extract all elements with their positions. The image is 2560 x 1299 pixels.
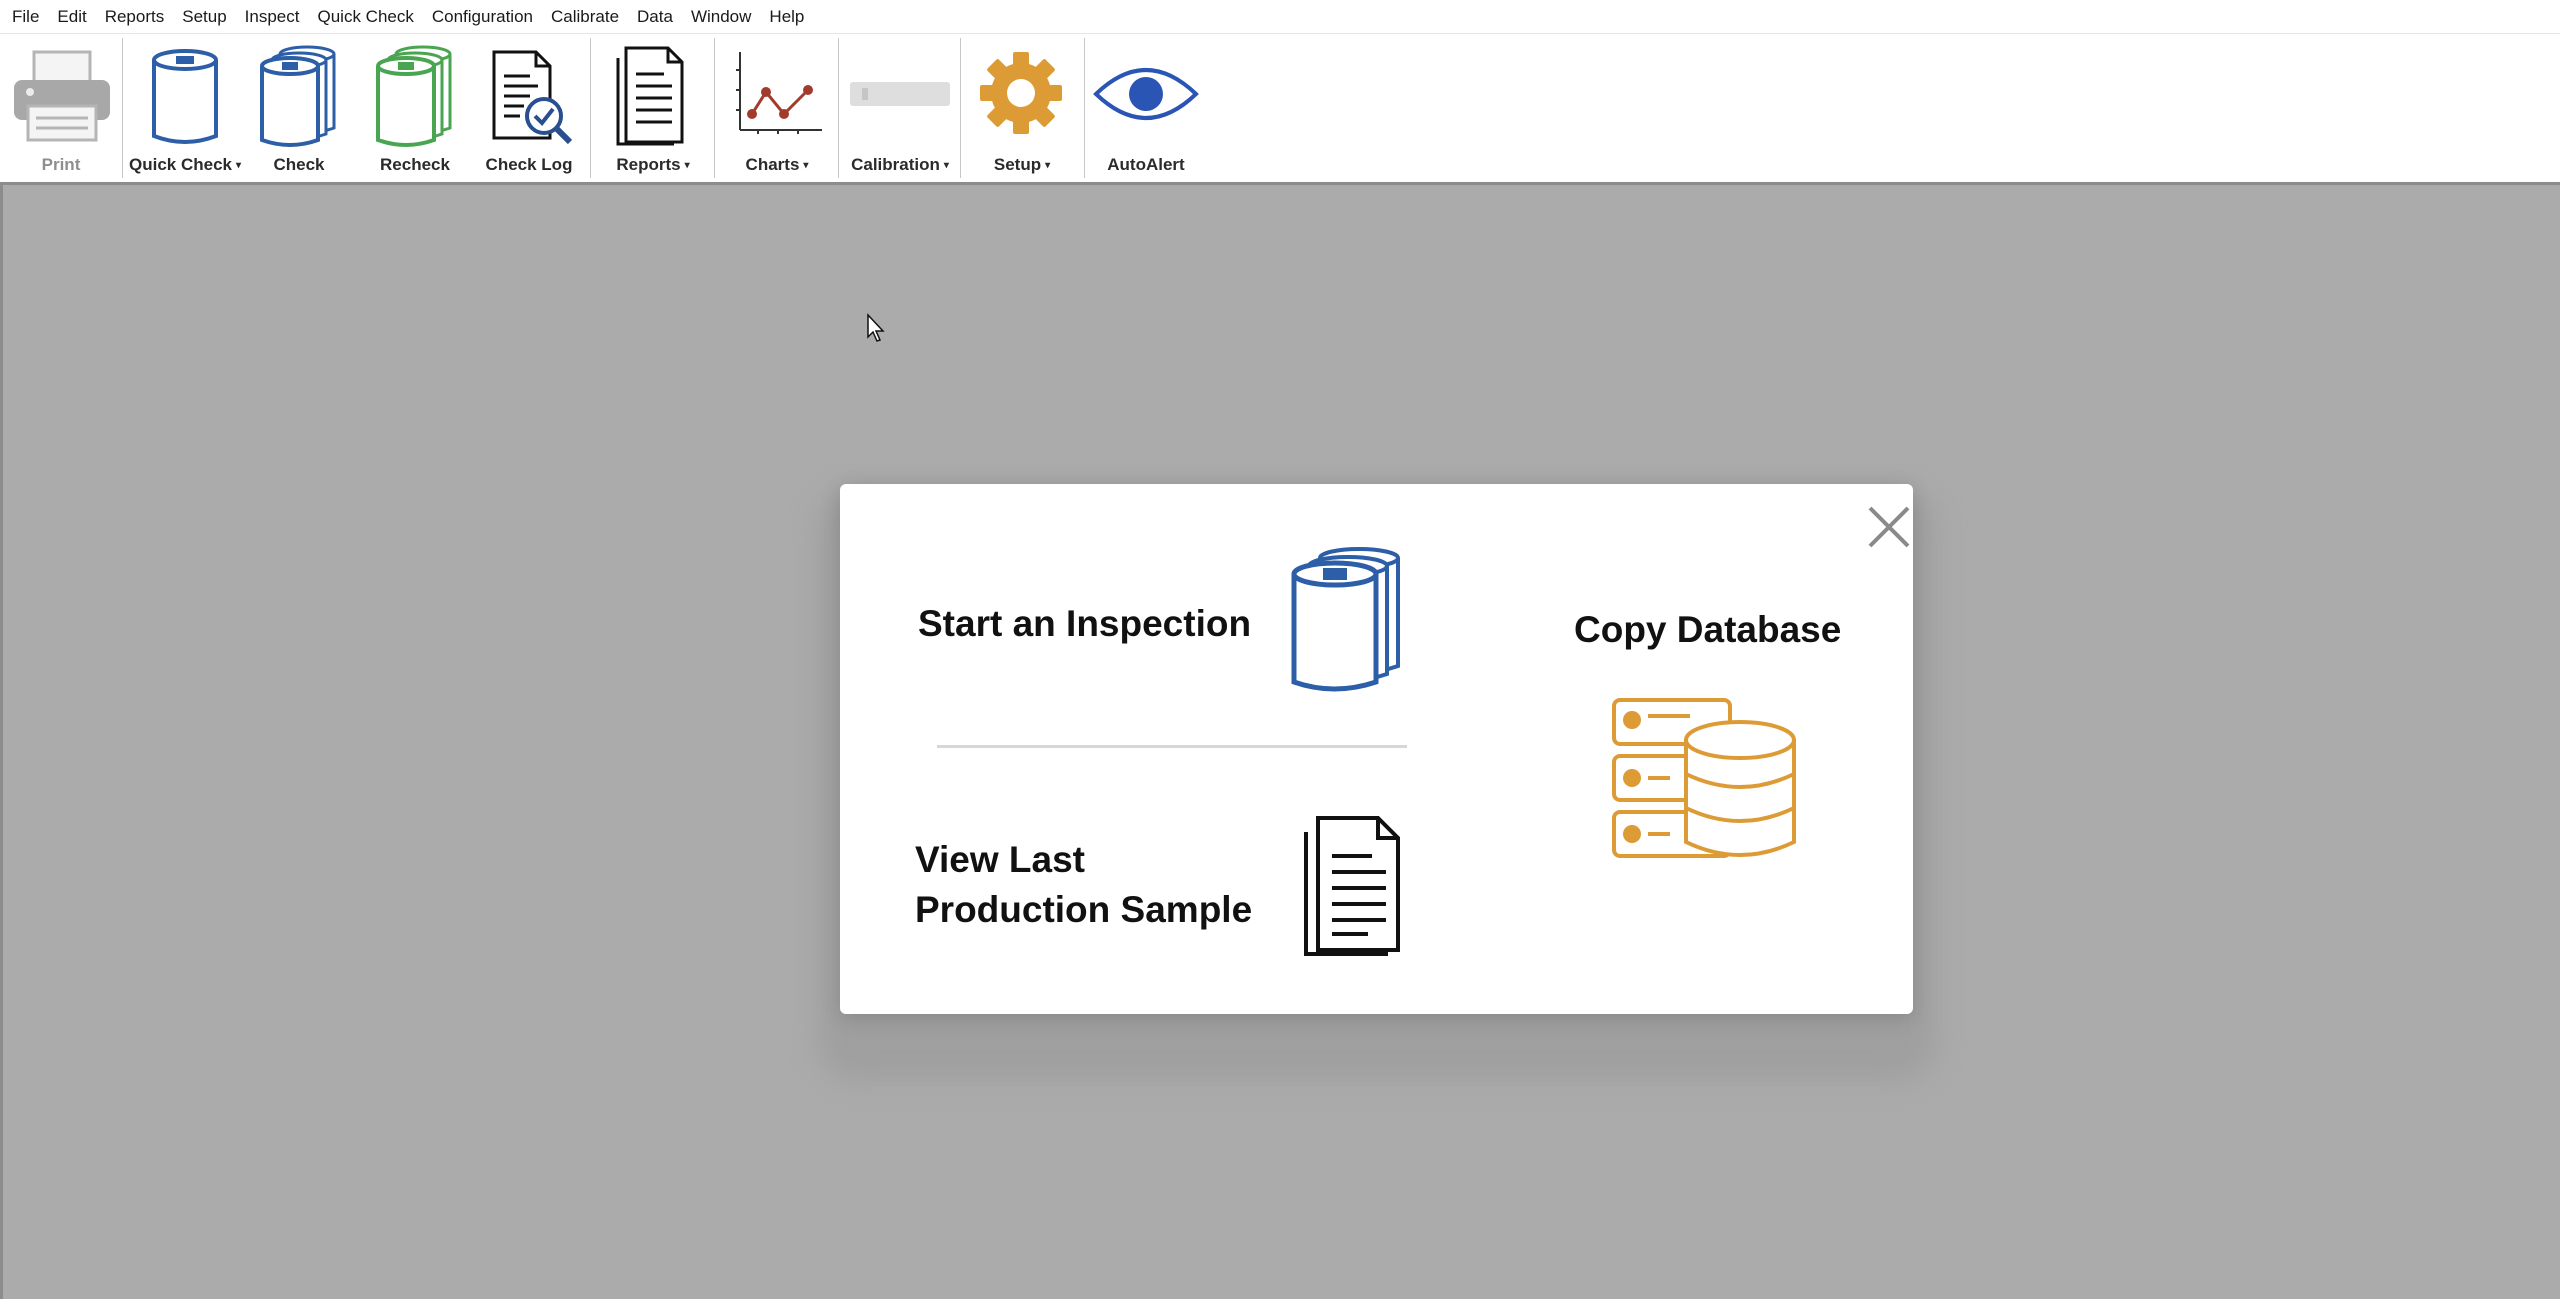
view-last-line1: View Last <box>915 839 1086 880</box>
document-magnifier-icon <box>492 50 573 145</box>
setup-label: Setup ▾ <box>993 155 1051 174</box>
line-chart-icon <box>736 52 822 134</box>
stacked-containers-icon <box>260 45 336 147</box>
start-dialog: Start an Inspection View Last Production… <box>840 484 1913 1014</box>
toolbar-separator <box>122 38 123 178</box>
check-label: Check <box>273 155 325 174</box>
quick-check-button[interactable]: Quick Check ▾ <box>124 34 246 182</box>
menu-reports[interactable]: Reports <box>96 0 174 33</box>
toolbar-separator <box>714 38 715 178</box>
toolbar-separator <box>960 38 961 178</box>
setup-button[interactable]: Setup ▾ <box>962 34 1082 182</box>
autoalert-button[interactable]: AutoAlert <box>1086 34 1206 182</box>
print-button[interactable]: Print <box>0 34 122 182</box>
mouse-cursor-icon <box>867 313 885 342</box>
calibration-button[interactable]: Calibration ▾ <box>840 34 960 182</box>
toolbar-separator <box>838 38 839 178</box>
dialog-divider <box>937 745 1407 748</box>
menu-window[interactable]: Window <box>682 0 760 33</box>
gear-icon <box>980 52 1062 134</box>
document-icon <box>1304 816 1400 956</box>
menu-inspect[interactable]: Inspect <box>236 0 309 33</box>
start-inspection-label: Start an Inspection <box>918 603 1252 644</box>
menu-help[interactable]: Help <box>760 0 813 33</box>
recheck-label: Recheck <box>380 155 450 174</box>
menu-edit[interactable]: Edit <box>48 0 95 33</box>
printer-icon <box>14 50 110 142</box>
menu-calibrate[interactable]: Calibrate <box>542 0 628 33</box>
recheck-button[interactable]: Recheck <box>362 34 468 182</box>
toolbar-separator <box>1084 38 1085 178</box>
calibration-gauge-icon <box>850 82 950 106</box>
charts-button[interactable]: Charts ▾ <box>716 34 838 182</box>
menu-data[interactable]: Data <box>628 0 682 33</box>
close-icon <box>1868 506 1910 548</box>
charts-label: Charts ▾ <box>745 155 809 174</box>
menu-setup[interactable]: Setup <box>173 0 235 33</box>
check-button[interactable]: Check <box>246 34 352 182</box>
database-server-icon <box>1612 698 1796 858</box>
view-last-line2: Production Sample <box>915 889 1253 930</box>
document-icon <box>616 46 684 146</box>
container-icon <box>152 49 218 144</box>
menu-file[interactable]: File <box>0 0 48 33</box>
close-button[interactable] <box>1864 502 1914 552</box>
copy-database-label: Copy Database <box>1574 609 1842 650</box>
calibration-label: Calibration ▾ <box>851 155 949 174</box>
view-last-sample-label: View Last Production Sample <box>915 835 1252 935</box>
autoalert-label: AutoAlert <box>1107 155 1185 174</box>
reports-label: Reports ▾ <box>616 155 690 174</box>
eye-icon <box>1093 68 1199 120</box>
menu-bar: File Edit Reports Setup Inspect Quick Ch… <box>0 0 2560 34</box>
check-log-button[interactable]: Check Log <box>474 34 584 182</box>
toolbar-separator <box>590 38 591 178</box>
stacked-containers-icon <box>1291 547 1400 692</box>
menu-quick-check[interactable]: Quick Check <box>308 0 422 33</box>
stacked-containers-green-icon <box>376 45 452 147</box>
check-log-label: Check Log <box>485 155 573 174</box>
print-label: Print <box>41 155 81 174</box>
ribbon-toolbar: Print Quick Check ▾ Check Recheck Check … <box>0 34 2560 185</box>
quick-check-label: Quick Check ▾ <box>128 155 242 174</box>
menu-configuration[interactable]: Configuration <box>423 0 542 33</box>
reports-button[interactable]: Reports ▾ <box>592 34 714 182</box>
